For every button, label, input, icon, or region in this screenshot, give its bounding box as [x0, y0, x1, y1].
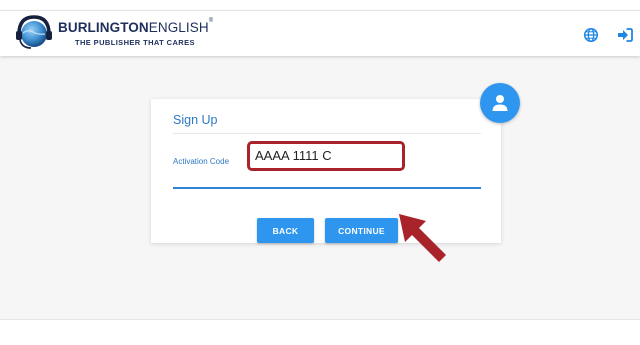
header: BURLINGTONENGLISH® THE PUBLISHER THAT CA…	[0, 11, 640, 56]
login-icon[interactable]	[617, 27, 633, 43]
brand-name-thin: ENGLISH	[148, 20, 209, 35]
avatar	[480, 83, 520, 123]
continue-button[interactable]: CONTINUE	[325, 218, 398, 243]
back-button[interactable]: BACK	[257, 218, 314, 243]
activation-code-underline	[173, 187, 481, 189]
trademark: ®	[208, 18, 214, 24]
brand-name: BURLINGTONENGLISH®	[58, 18, 214, 35]
brand-tagline: THE PUBLISHER THAT CARES	[75, 38, 195, 47]
headset-globe-icon	[16, 15, 52, 49]
activation-code-label: Activation Code	[173, 157, 230, 166]
app-frame: BURLINGTONENGLISH® THE PUBLISHER THAT CA…	[0, 10, 640, 320]
brand-name-bold: BURLINGTON	[58, 20, 149, 35]
signup-card: Sign Up Activation Code BACK CONTINUE	[151, 99, 501, 243]
activation-code-input[interactable]	[255, 146, 396, 164]
user-icon	[492, 95, 508, 111]
globe-icon[interactable]	[583, 27, 599, 43]
card-title: Sign Up	[173, 113, 218, 127]
title-divider	[173, 133, 481, 134]
